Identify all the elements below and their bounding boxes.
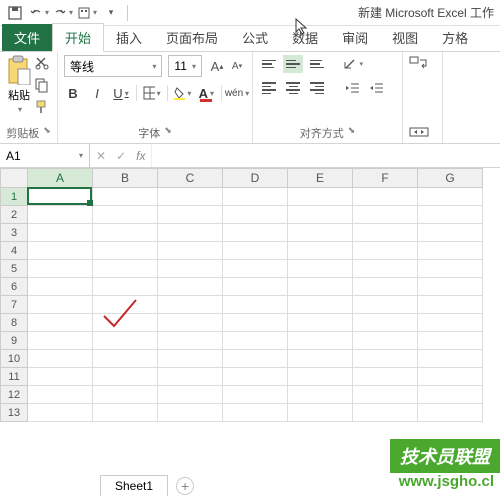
row-header-7[interactable]: 7 (0, 296, 28, 314)
group-partial (403, 52, 443, 143)
tab-view[interactable]: 视图 (380, 24, 430, 51)
row-header-2[interactable]: 2 (0, 206, 28, 224)
font-name-value: 等线 (70, 58, 94, 75)
tab-home[interactable]: 开始 (52, 23, 104, 52)
font-label: 字体 (138, 125, 160, 141)
sheet-tabs: Sheet1 + (100, 475, 194, 496)
row-header-8[interactable]: 8 (0, 314, 28, 332)
col-header-c[interactable]: C (158, 168, 223, 188)
increase-indent-icon[interactable] (367, 79, 387, 97)
row-headers: 1 2 3 4 5 6 7 8 9 10 11 12 13 (0, 188, 28, 422)
row-header-1[interactable]: 1 (0, 188, 28, 206)
tab-file[interactable]: 文件 (2, 24, 52, 51)
row-header-4[interactable]: 4 (0, 242, 28, 260)
cancel-formula-icon[interactable]: ✕ (96, 149, 106, 163)
separator (127, 5, 128, 21)
format-painter-icon[interactable] (34, 99, 50, 118)
bold-button[interactable]: B (64, 83, 82, 103)
active-cell (27, 187, 92, 205)
touch-mode-icon[interactable]: ▾ (76, 2, 98, 24)
fx-icon[interactable]: fx (136, 149, 145, 163)
copy-icon[interactable] (34, 77, 50, 96)
align-left-icon[interactable] (259, 79, 279, 97)
font-name-select[interactable]: 等线▾ (64, 55, 162, 77)
watermark: 技术员联盟 www.jsgho.cl (390, 439, 500, 490)
spreadsheet-grid: A B C D E F G 1 2 3 4 5 6 7 8 9 10 11 12… (0, 168, 500, 422)
merge-icon[interactable] (409, 123, 429, 141)
row-header-11[interactable]: 11 (0, 368, 28, 386)
app-title: 新建 Microsoft Excel 工作 (358, 4, 494, 21)
clipboard-launcher-icon[interactable]: ⬊ (43, 125, 51, 141)
checkmark-shape[interactable] (100, 296, 140, 335)
font-launcher-icon[interactable]: ⬊ (164, 125, 172, 141)
save-icon[interactable] (4, 2, 26, 24)
clipboard-label: 剪贴板 (6, 125, 39, 141)
customize-qat-icon[interactable]: ▾ (100, 2, 122, 24)
fill-handle[interactable] (87, 200, 93, 206)
ribbon-tabs: 文件 开始 插入 页面布局 公式 数据 审阅 视图 方格 (0, 26, 500, 52)
align-bottom-icon[interactable] (307, 55, 327, 73)
row-header-9[interactable]: 9 (0, 332, 28, 350)
grow-font-icon[interactable]: A▴ (208, 57, 226, 75)
decrease-indent-icon[interactable] (343, 79, 363, 97)
watermark-url: www.jsgho.cl (390, 473, 500, 490)
paste-button[interactable]: 粘贴 ▾ (6, 55, 32, 118)
shrink-font-icon[interactable]: A▾ (228, 57, 246, 75)
column-headers: A B C D E F G (0, 168, 500, 188)
col-header-a[interactable]: A (28, 168, 93, 188)
cells-area[interactable]: document.write(Array.from({length:13},()… (28, 188, 483, 422)
row-header-12[interactable]: 12 (0, 386, 28, 404)
sheet-tab-1[interactable]: Sheet1 (100, 475, 168, 496)
undo-icon[interactable]: ▾ (28, 2, 50, 24)
phonetic-button[interactable]: wén▾ (228, 83, 246, 103)
col-header-d[interactable]: D (223, 168, 288, 188)
enter-formula-icon[interactable]: ✓ (116, 149, 126, 163)
tab-formulas[interactable]: 公式 (230, 24, 280, 51)
col-header-g[interactable]: G (418, 168, 483, 188)
formula-input[interactable] (151, 144, 500, 167)
col-header-f[interactable]: F (353, 168, 418, 188)
alignment-label: 对齐方式 (300, 125, 344, 141)
alignment-launcher-icon[interactable]: ⬊ (348, 125, 356, 141)
group-clipboard: 粘贴 ▾ 剪贴板⬊ (0, 52, 58, 143)
font-size-value: 11 (174, 59, 186, 73)
row-header-3[interactable]: 3 (0, 224, 28, 242)
row-header-10[interactable]: 10 (0, 350, 28, 368)
watermark-badge: 技术员联盟 (390, 439, 500, 473)
row-header-5[interactable]: 5 (0, 260, 28, 278)
align-center-icon[interactable] (283, 79, 303, 97)
italic-button[interactable]: I (88, 83, 106, 103)
name-box[interactable]: A1▾ (0, 144, 90, 167)
tab-square[interactable]: 方格 (430, 24, 480, 51)
select-all-corner[interactable] (0, 168, 28, 188)
add-sheet-button[interactable]: + (176, 477, 194, 495)
tab-page-layout[interactable]: 页面布局 (154, 24, 230, 51)
formula-bar-row: A1▾ ✕ ✓ fx (0, 144, 500, 168)
ribbon: 粘贴 ▾ 剪贴板⬊ 等线▾ 11▾ A▴ A▾ B I (0, 52, 500, 144)
tab-insert[interactable]: 插入 (104, 24, 154, 51)
font-size-select[interactable]: 11▾ (168, 55, 202, 77)
group-alignment: ▾ 对齐方式⬊ (253, 52, 403, 143)
paste-label: 粘贴 (8, 87, 30, 103)
align-middle-icon[interactable] (283, 55, 303, 73)
row-header-13[interactable]: 13 (0, 404, 28, 422)
group-font: 等线▾ 11▾ A▴ A▾ B I U▾ ▾ ▾ A▾ wén▾ 字体⬊ (58, 52, 253, 143)
cursor-icon (295, 18, 309, 39)
redo-icon[interactable]: ▾ (52, 2, 74, 24)
clipboard-icon (6, 55, 32, 85)
align-top-icon[interactable] (259, 55, 279, 73)
name-box-value: A1 (6, 149, 21, 163)
font-color-button[interactable]: A▾ (197, 83, 215, 103)
wrap-text-icon[interactable] (409, 55, 429, 73)
orientation-icon[interactable]: ▾ (343, 55, 363, 73)
col-header-e[interactable]: E (288, 168, 353, 188)
underline-button[interactable]: U▾ (112, 83, 130, 103)
col-header-b[interactable]: B (93, 168, 158, 188)
row-header-6[interactable]: 6 (0, 278, 28, 296)
align-right-icon[interactable] (307, 79, 327, 97)
tab-review[interactable]: 审阅 (330, 24, 380, 51)
fill-color-button[interactable]: ▾ (173, 83, 191, 103)
border-button[interactable]: ▾ (143, 83, 161, 103)
cut-icon[interactable] (34, 55, 50, 74)
